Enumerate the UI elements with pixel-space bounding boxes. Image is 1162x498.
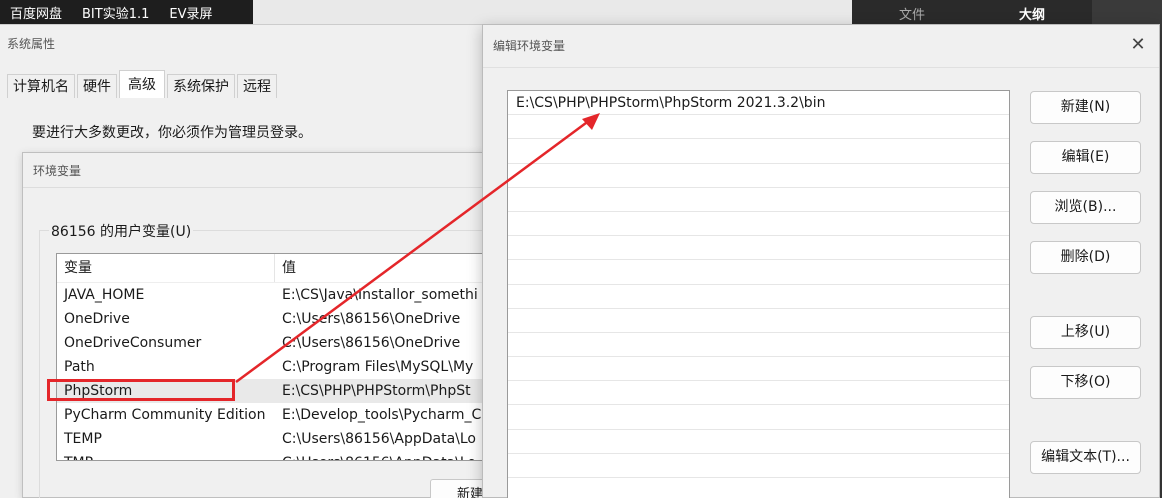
title-divider [483, 67, 1159, 68]
close-icon[interactable]: ✕ [1126, 33, 1150, 57]
taskbar-item-bit-lab[interactable]: BIT实验1.1 [72, 3, 159, 22]
user-variables-label: 86156 的用户变量(U) [49, 221, 194, 241]
edit-environment-variable-dialog: 编辑环境变量 ✕ E:\CS\PHP\PHPStorm\PhpStorm 202… [482, 24, 1160, 498]
variable-name: PyCharm Community Edition [64, 407, 266, 423]
edit-button[interactable]: 编辑(E) [1030, 141, 1141, 174]
variable-value: C:\Program Files\MySQL\My [282, 359, 474, 375]
variable-value: C:\Users\86156\AppData\Lo [282, 431, 476, 447]
new-button[interactable]: 新建(N) [1030, 91, 1141, 124]
table-row[interactable]: PyCharm Community Edition E:\Develop_tool… [57, 403, 505, 427]
list-item[interactable] [508, 478, 1009, 498]
dialog-title: 编辑环境变量 [493, 39, 566, 53]
list-item[interactable] [508, 454, 1009, 478]
taskbar: 百度网盘 BIT实验1.1 EV录屏 [0, 0, 253, 24]
window-title: 系统属性 [7, 37, 56, 51]
list-item[interactable] [508, 430, 1009, 454]
annotation-highlight-box [47, 379, 235, 401]
move-down-button[interactable]: 下移(O) [1030, 366, 1141, 399]
variable-name: TMP [57, 451, 275, 460]
list-item[interactable] [508, 260, 1009, 285]
edit-text-button[interactable]: 编辑文本(T)... [1030, 441, 1141, 474]
list-item[interactable] [508, 115, 1009, 140]
list-item[interactable] [508, 381, 1009, 406]
taskbar-item-baidu-netdisk[interactable]: 百度网盘 [0, 3, 72, 22]
variable-name: JAVA_HOME [64, 287, 145, 303]
variable-value: C:\Users\86156\OneDrive [282, 311, 461, 327]
user-variables-table[interactable]: 变量 值 JAVA_HOME E:\CS\Java\Installor_somet… [56, 253, 506, 461]
delete-button[interactable]: 删除(D) [1030, 241, 1141, 274]
list-item[interactable] [508, 333, 1009, 358]
table-row[interactable]: OneDriveConsumer C:\Users\86156\OneDrive [57, 331, 505, 355]
variable-value: C:\Users\86156\AppData\Lo [275, 451, 476, 460]
table-row[interactable]: Path C:\Program Files\MySQL\My [57, 355, 505, 379]
move-up-button[interactable]: 上移(U) [1030, 316, 1141, 349]
list-item[interactable] [508, 405, 1009, 430]
tab-system-protection[interactable]: 系统保护 [167, 74, 235, 98]
variable-value: E:\CS\PHP\PHPStorm\PhpSt [282, 383, 471, 399]
variable-name: OneDrive [64, 311, 130, 327]
variable-name: TEMP [64, 431, 102, 447]
table-row[interactable]: OneDrive C:\Users\86156\OneDrive [57, 307, 505, 331]
tab-advanced[interactable]: 高级 [119, 70, 165, 98]
list-item[interactable] [508, 164, 1009, 188]
list-item[interactable] [508, 188, 1009, 212]
variable-name: Path [64, 359, 95, 375]
variable-name: OneDriveConsumer [64, 335, 202, 351]
table-row[interactable]: TMPC:\Users\86156\AppData\Lo [57, 451, 505, 460]
table-row[interactable]: JAVA_HOME E:\CS\Java\Installor_somethi [57, 283, 505, 307]
title-divider [23, 187, 521, 188]
table-header: 变量 值 [57, 254, 505, 283]
list-item[interactable] [508, 309, 1009, 333]
table-row[interactable]: TEMP C:\Users\86156\AppData\Lo [57, 427, 505, 451]
list-item[interactable] [508, 357, 1009, 382]
tab-hardware[interactable]: 硬件 [77, 74, 117, 98]
list-item[interactable]: E:\CS\PHP\PHPStorm\PhpStorm 2021.3.2\bin [508, 91, 1009, 116]
list-item[interactable] [508, 285, 1009, 309]
column-header-variable[interactable]: 变量 [57, 254, 275, 282]
variable-value: E:\Develop_tools\Pycharm_C [282, 407, 482, 423]
variable-value: C:\Users\86156\OneDrive [282, 335, 461, 351]
variable-value: E:\CS\Java\Installor_somethi [282, 287, 478, 303]
column-header-value[interactable]: 值 [275, 254, 296, 282]
admin-notice: 要进行大多数更改，你必须作为管理员登录。 [32, 125, 312, 141]
list-item[interactable] [508, 212, 1009, 237]
tab-bar: 计算机名 硬件 高级 系统保护 远程 [7, 70, 279, 98]
tab-computer-name[interactable]: 计算机名 [7, 74, 75, 98]
environment-variables-window: 环境变量 86156 的用户变量(U) 变量 值 JAVA_HOME E:\CS\… [22, 152, 522, 498]
list-item[interactable] [508, 139, 1009, 164]
list-item[interactable] [508, 236, 1009, 261]
browse-button[interactable]: 浏览(B)... [1030, 191, 1141, 224]
path-entries-list[interactable]: E:\CS\PHP\PHPStorm\PhpStorm 2021.3.2\bin [507, 90, 1010, 498]
taskbar-item-ev-recorder[interactable]: EV录屏 [159, 3, 222, 22]
tab-remote[interactable]: 远程 [237, 74, 277, 98]
window-title: 环境变量 [33, 164, 82, 178]
